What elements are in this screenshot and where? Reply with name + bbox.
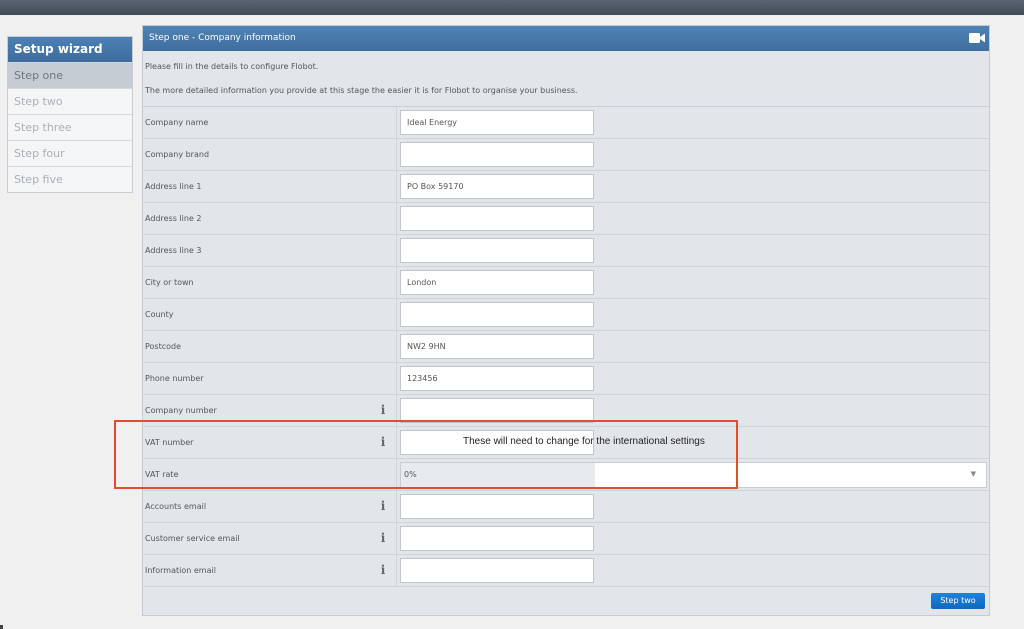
phone-number-input[interactable]: 123456 <box>400 366 594 391</box>
form-row-postcode: Postcode NW2 9HN <box>143 331 989 363</box>
field-label: Company name <box>143 107 397 138</box>
form-row-address-line-2: Address line 2 <box>143 203 989 235</box>
corner-mark <box>0 625 3 629</box>
field-label-text: Information email <box>145 566 216 575</box>
panel-header: Step one - Company information <box>143 26 989 51</box>
sidebar-title: Setup wizard <box>8 37 132 62</box>
top-bar <box>0 0 1024 15</box>
address-line-2-input[interactable] <box>400 206 594 231</box>
info-icon[interactable]: i <box>379 404 387 417</box>
intro-text: Please fill in the details to configure … <box>143 51 989 107</box>
field-label: Phone number <box>143 363 397 394</box>
form-row-address-line-3: Address line 3 <box>143 235 989 267</box>
form-row-accounts-email: Accounts email i <box>143 491 989 523</box>
field-label-text: Company number <box>145 406 217 415</box>
info-icon[interactable]: i <box>379 436 387 449</box>
field-label: Customer service email i <box>143 523 397 554</box>
field-label: Address line 2 <box>143 203 397 234</box>
form-row-company-brand: Company brand <box>143 139 989 171</box>
sidebar-item-step-three[interactable]: Step three <box>8 114 132 140</box>
company-information-panel: Step one - Company information Please fi… <box>142 25 990 616</box>
address-line-3-input[interactable] <box>400 238 594 263</box>
sidebar-item-step-two[interactable]: Step two <box>8 88 132 114</box>
vat-rate-value: 0% <box>401 463 595 487</box>
field-label: County <box>143 299 397 330</box>
postcode-input[interactable]: NW2 9HN <box>400 334 594 359</box>
annotation-text: These will need to change for the intern… <box>463 436 705 447</box>
panel-footer: Step two <box>143 587 989 615</box>
field-label-text: Accounts email <box>145 502 207 511</box>
city-input[interactable]: London <box>400 270 594 295</box>
field-label: Company number i <box>143 395 397 426</box>
accounts-email-input[interactable] <box>400 494 594 519</box>
intro-line: Please fill in the details to configure … <box>145 62 319 71</box>
form-row-vat-rate: VAT rate 0% ▼ <box>143 459 989 491</box>
vat-rate-select[interactable]: 0% ▼ <box>400 462 987 488</box>
form-row-company-number: Company number i <box>143 395 989 427</box>
field-label: Address line 3 <box>143 235 397 266</box>
sidebar-item-step-five[interactable]: Step five <box>8 166 132 192</box>
sidebar-item-step-one[interactable]: Step one <box>8 62 132 88</box>
intro-line: The more detailed information you provid… <box>145 86 578 95</box>
field-label: Postcode <box>143 331 397 362</box>
form-row-city: City or town London <box>143 267 989 299</box>
field-label: Company brand <box>143 139 397 170</box>
field-label: VAT rate <box>143 459 397 490</box>
form-row-information-email: Information email i <box>143 555 989 587</box>
form-row-customer-service-email: Customer service email i <box>143 523 989 555</box>
county-input[interactable] <box>400 302 594 327</box>
field-label-text: VAT number <box>145 438 194 447</box>
field-label: VAT number i <box>143 427 397 458</box>
field-label-text: Customer service email <box>145 534 240 543</box>
setup-wizard-sidebar: Setup wizard Step one Step two Step thre… <box>7 36 133 193</box>
company-number-input[interactable] <box>400 398 594 423</box>
step-two-button[interactable]: Step two <box>931 593 985 609</box>
field-label: Information email i <box>143 555 397 586</box>
field-label: Accounts email i <box>143 491 397 522</box>
sidebar-item-step-four[interactable]: Step four <box>8 140 132 166</box>
panel-title: Step one - Company information <box>149 33 296 43</box>
info-icon[interactable]: i <box>379 500 387 513</box>
info-icon[interactable]: i <box>379 564 387 577</box>
address-line-1-input[interactable]: PO Box 59170 <box>400 174 594 199</box>
form-row-address-line-1: Address line 1 PO Box 59170 <box>143 171 989 203</box>
chevron-down-icon: ▼ <box>970 470 976 478</box>
customer-service-email-input[interactable] <box>400 526 594 551</box>
company-brand-input[interactable] <box>400 142 594 167</box>
form-row-county: County <box>143 299 989 331</box>
company-name-input[interactable]: Ideal Energy <box>400 110 594 135</box>
info-icon[interactable]: i <box>379 532 387 545</box>
information-email-input[interactable] <box>400 558 594 583</box>
field-label: Address line 1 <box>143 171 397 202</box>
form-row-phone-number: Phone number 123456 <box>143 363 989 395</box>
field-label: City or town <box>143 267 397 298</box>
form-row-company-name: Company name Ideal Energy <box>143 107 989 139</box>
video-camera-icon[interactable] <box>969 32 985 44</box>
